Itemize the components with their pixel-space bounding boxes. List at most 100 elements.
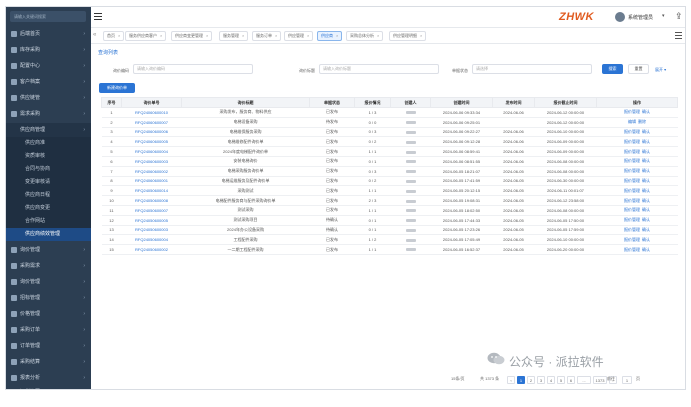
page-button[interactable]: 1373 [593, 376, 607, 384]
search-button[interactable]: 搜索 [602, 64, 623, 74]
inquiry-number-link[interactable]: RFQ24060600007 [121, 117, 182, 128]
page-button[interactable]: 5 [557, 376, 565, 384]
row-action-link[interactable]: 确认 [642, 217, 650, 222]
row-action-link[interactable]: 确认 [642, 109, 650, 114]
upload-icon[interactable]: ⇪ [675, 11, 683, 22]
row-action-link[interactable]: 确认 [642, 139, 650, 144]
table-row[interactable]: 12 RFQ24050600005 测试采购项目 待确认 0 / 1 2024-06-05… [101, 215, 678, 226]
row-action-link[interactable]: 报价管理 [624, 247, 640, 252]
tab[interactable]: 供应商 × [317, 31, 343, 41]
sidebar-item[interactable]: 供应商管理 › [6, 123, 91, 137]
avatar[interactable] [615, 12, 625, 22]
tabs-scroll-left-icon[interactable]: « [93, 32, 96, 38]
sidebar-search-input[interactable]: 请输入关键词搜索 [10, 11, 86, 22]
table-row[interactable]: 5 RFQ24060600004 2024年度电梯配件询价单 已发布 1 / 1 2024… [101, 146, 678, 157]
goto-page-input[interactable]: 1 [622, 376, 632, 384]
sidebar-subitem[interactable]: 变更审核请 [6, 176, 91, 189]
prev-page-button[interactable]: ‹ [507, 376, 515, 384]
row-action-link[interactable]: 报价管理 [624, 158, 640, 163]
sidebar-item[interactable]: 需求采购 › [6, 107, 91, 121]
page-button[interactable]: 6 [567, 376, 575, 384]
inquiry-number-link[interactable]: RFQ24050600007 [121, 205, 182, 216]
table-row[interactable]: 15 RFQ24050600002 一二期工程配件采购 已发布 1 / 1 2024-06… [101, 244, 678, 255]
expand-filters-link[interactable]: 展开 ▾ [655, 67, 666, 73]
sidebar-item[interactable]: 客户档案 › [6, 75, 91, 89]
close-icon[interactable]: × [118, 33, 120, 38]
user-name[interactable]: 系统管理员 [628, 14, 653, 21]
table-row[interactable]: 2 RFQ24060600007 电梯设备采购 待发布 0 / 0 2024-06-06 … [101, 117, 678, 128]
inquiry-number-link[interactable]: RFQ24060600002 [121, 166, 182, 177]
inquiry-number-link[interactable]: RFQ24050600002 [121, 244, 182, 255]
tabs-menu-icon[interactable] [675, 32, 682, 39]
sidebar-item[interactable]: 供应链管 › [6, 91, 91, 105]
sidebar-item[interactable]: 招标管理 › [6, 291, 91, 305]
row-action-link[interactable]: 编辑 [628, 119, 636, 124]
close-icon[interactable]: × [420, 33, 422, 38]
table-row[interactable]: 11 RFQ24050600007 测试采购 已发布 1 / 1 2024-06-05 1… [101, 205, 678, 216]
tab[interactable]: 服务订单 × [252, 31, 282, 41]
close-icon[interactable]: × [160, 33, 162, 38]
row-action-link[interactable]: 确认 [642, 149, 650, 154]
row-action-link[interactable]: 报价管理 [624, 198, 640, 203]
sidebar-subitem[interactable]: 合作网站 [6, 215, 91, 228]
page-button[interactable]: 1 [517, 376, 525, 384]
tab[interactable]: 首页 × [103, 31, 125, 41]
tab[interactable]: 采购总体分析 × [346, 31, 384, 41]
row-action-link[interactable]: 报价管理 [624, 139, 640, 144]
inquiry-number-link[interactable]: RFQ24060600003 [121, 156, 182, 167]
table-row[interactable]: 4 RFQ24060600005 电梯维修配件询价单 已发布 0 / 2 2024-06-… [101, 136, 678, 148]
sidebar-item[interactable]: 询价管理 › [6, 243, 91, 257]
tab[interactable]: 服务供应商客户 × [125, 31, 167, 41]
sidebar-item[interactable]: 采购需求 › [6, 259, 91, 273]
create-inquiry-button[interactable]: 新建询价单 [99, 83, 135, 93]
inquiry-number-link[interactable]: RFQ24050600005 [121, 215, 182, 226]
page-button[interactable]: 4 [547, 376, 555, 384]
inquiry-number-link[interactable]: RFQ24060600005 [121, 136, 182, 148]
row-action-link[interactable]: 确认 [642, 207, 650, 212]
row-action-link[interactable]: 报价管理 [624, 149, 640, 154]
sidebar-subitem[interactable]: 资质审核 [6, 150, 91, 163]
row-action-link[interactable]: 确认 [642, 198, 650, 203]
table-row[interactable]: 10 RFQ24050600008 电梯配件服务商与配件采购询价单 已发布 2 / 3 2… [101, 195, 678, 206]
tab[interactable]: 供应商变更管理 × [171, 31, 213, 41]
sidebar-subitem[interactable]: 供应商准 [6, 137, 91, 150]
sidebar-item[interactable]: 采购结算 › [6, 355, 91, 369]
row-action-link[interactable]: 确认 [642, 247, 650, 252]
sidebar-item[interactable]: 报表分析 › [6, 371, 91, 385]
sidebar-item[interactable]: 询价管理 › [6, 275, 91, 289]
row-action-link[interactable]: 报价管理 [624, 188, 640, 193]
filter-status-select[interactable]: 请选择 [472, 64, 592, 74]
row-action-link[interactable]: 报价管理 [624, 109, 640, 114]
tab[interactable]: 供应管理 × [284, 31, 314, 41]
close-icon[interactable]: × [307, 33, 309, 38]
row-action-link[interactable]: 报价管理 [624, 129, 640, 134]
chevron-down-icon[interactable]: ▾ [662, 13, 665, 19]
sidebar-item[interactable]: 订单管理 › [6, 339, 91, 353]
row-action-link[interactable]: 报价管理 [624, 178, 640, 183]
inquiry-number-link[interactable]: RFQ24050600014 [121, 185, 182, 197]
row-action-link[interactable]: 报价管理 [624, 217, 640, 222]
row-action-link[interactable]: 确认 [642, 237, 650, 242]
filter-title-input[interactable]: 请输入询价标题 [319, 64, 439, 74]
tab[interactable]: 供应管理明细 × [389, 31, 427, 41]
page-button[interactable]: ... [577, 376, 591, 384]
sidebar-subitem[interactable]: 供应商绩效管理 [6, 228, 91, 241]
sidebar-item[interactable]: 库存采购 › [6, 43, 91, 57]
row-action-link[interactable]: 确认 [642, 129, 650, 134]
close-icon[interactable]: × [377, 33, 379, 38]
inquiry-number-link[interactable]: RFQ24060600006 [121, 127, 182, 138]
table-row[interactable]: 7 RFQ24060600002 电梯采购服务询价单 已发布 0 / 3 2024-06-… [101, 166, 678, 177]
sidebar-item[interactable]: 订货协同 › [6, 385, 91, 389]
row-action-link[interactable]: 确认 [642, 178, 650, 183]
sidebar-subitem[interactable]: 供应商变更 [6, 202, 91, 215]
row-action-link[interactable]: 报价管理 [624, 227, 640, 232]
row-action-link[interactable]: 确认 [642, 227, 650, 232]
sidebar-subitem[interactable]: 合同与协商 [6, 163, 91, 176]
page-button[interactable]: 2 [527, 376, 535, 384]
table-row[interactable]: 14 RFQ24050600004 工程配件采购 已发布 1 / 2 2024-06-05… [101, 234, 678, 246]
table-row[interactable]: 6 RFQ24060600003 安装电梯询价 已发布 0 / 1 2024-06-06 … [101, 156, 678, 167]
row-action-link[interactable]: 确认 [642, 158, 650, 163]
table-row[interactable]: 13 RFQ24050600003 2024年办公设备采购 待确认 0 / 1 2024-… [101, 225, 678, 236]
sidebar-item[interactable]: 后端首页 › [6, 27, 91, 41]
close-icon[interactable]: × [336, 33, 338, 38]
